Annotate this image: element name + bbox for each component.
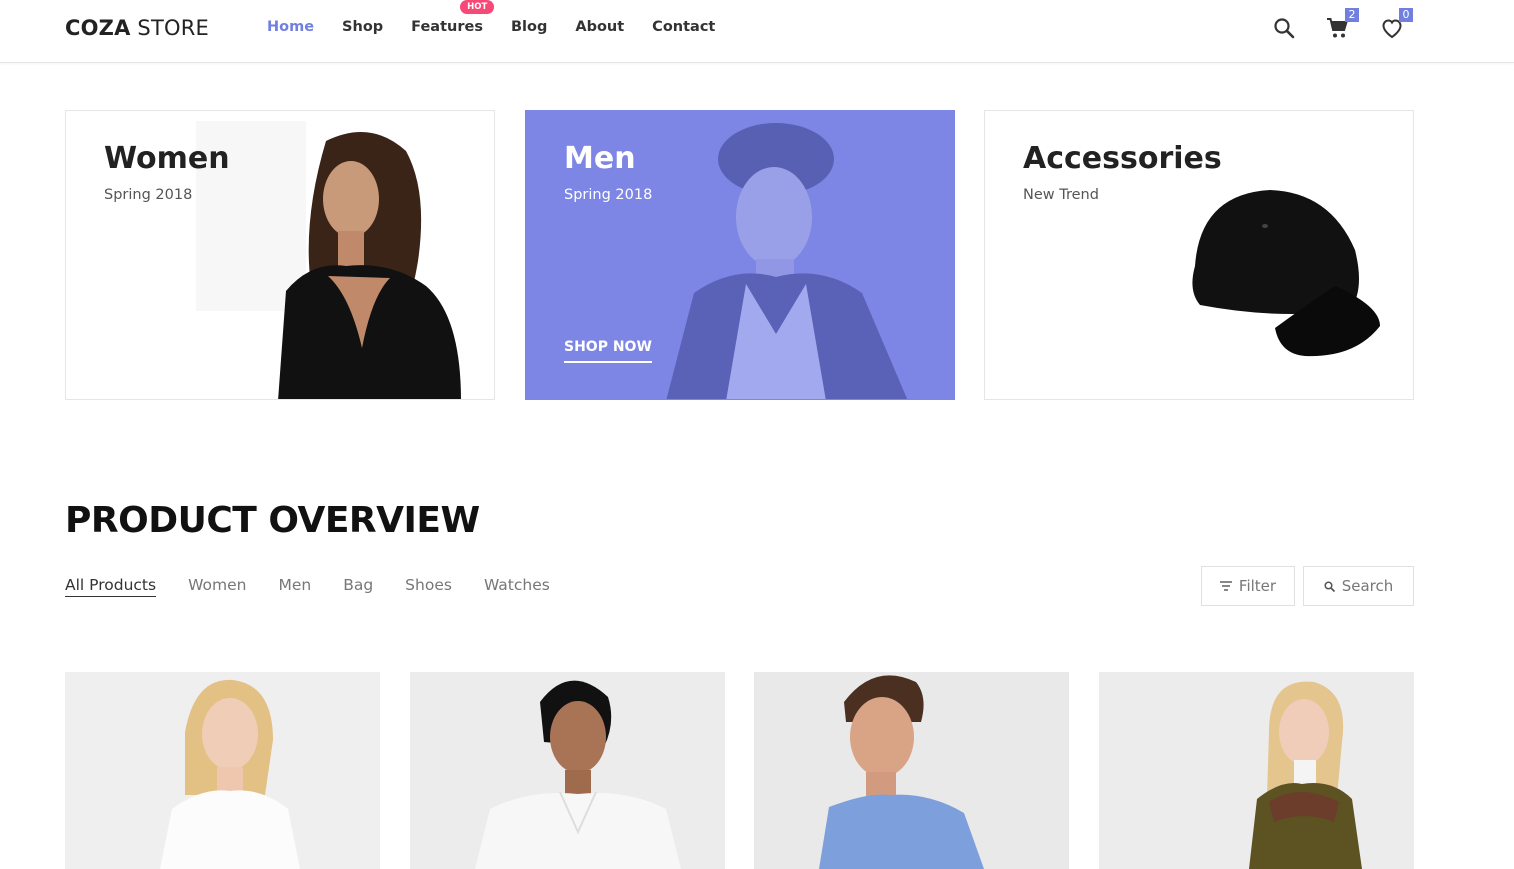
- banner-subtitle: Spring 2018: [564, 187, 653, 203]
- search-button[interactable]: Search: [1303, 566, 1414, 606]
- filter-button[interactable]: Filter: [1201, 566, 1295, 606]
- shop-now-button[interactable]: SHOP NOW: [564, 339, 652, 363]
- product-image: [65, 672, 380, 869]
- product-image: [410, 672, 725, 869]
- product-card[interactable]: [754, 672, 1069, 869]
- filter-icon: [1219, 581, 1232, 591]
- nav-blog[interactable]: Blog: [511, 19, 547, 35]
- banner-subtitle: Spring 2018: [104, 187, 193, 203]
- cart-icon[interactable]: 2: [1326, 8, 1359, 40]
- banner-accessories[interactable]: Accessories New Trend: [984, 110, 1414, 400]
- product-image: [754, 672, 1069, 869]
- nav-shop[interactable]: Shop: [342, 19, 383, 35]
- filter-watches[interactable]: Watches: [484, 576, 550, 597]
- filter-shoes[interactable]: Shoes: [405, 576, 452, 597]
- product-card[interactable]: [65, 672, 380, 869]
- banner-title: Accessories: [1023, 141, 1222, 176]
- product-card[interactable]: [1099, 672, 1414, 869]
- banner-title: Men: [564, 141, 636, 176]
- site-header: COZA STORE Home Shop Features HOT Blog A…: [0, 0, 1514, 63]
- banner-title: Women: [104, 141, 230, 176]
- cap-image: [1192, 190, 1380, 357]
- heart-icon[interactable]: 0: [1380, 8, 1413, 40]
- filter-men[interactable]: Men: [278, 576, 311, 597]
- category-filters: All Products Women Men Bag Shoes Watches: [65, 576, 582, 597]
- nav-about[interactable]: About: [575, 19, 624, 35]
- filter-all-products[interactable]: All Products: [65, 576, 157, 597]
- filter-bag[interactable]: Bag: [343, 576, 373, 597]
- banner-men[interactable]: Men Spring 2018 SHOP NOW: [525, 110, 955, 400]
- woman-model-image: [196, 121, 461, 399]
- man-model-image: [666, 123, 908, 399]
- product-image: [1099, 672, 1414, 869]
- logo[interactable]: COZA STORE: [65, 16, 209, 40]
- hot-badge: HOT: [460, 0, 495, 14]
- banner-subtitle: New Trend: [1023, 187, 1099, 203]
- nav-features[interactable]: Features HOT: [411, 0, 495, 35]
- filter-women[interactable]: Women: [188, 576, 246, 597]
- main-nav: Home Shop Features HOT Blog About Contac…: [267, 0, 743, 35]
- search-small-icon: [1324, 580, 1335, 592]
- wishlist-count-badge: 0: [1399, 8, 1413, 22]
- cart-count-badge: 2: [1345, 8, 1359, 22]
- section-title: PRODUCT OVERVIEW: [65, 500, 480, 541]
- banner-women[interactable]: Women Spring 2018: [65, 110, 495, 400]
- nav-home[interactable]: Home: [267, 19, 314, 35]
- search-icon[interactable]: [1272, 16, 1296, 40]
- product-card[interactable]: [410, 672, 725, 869]
- nav-contact[interactable]: Contact: [652, 19, 715, 35]
